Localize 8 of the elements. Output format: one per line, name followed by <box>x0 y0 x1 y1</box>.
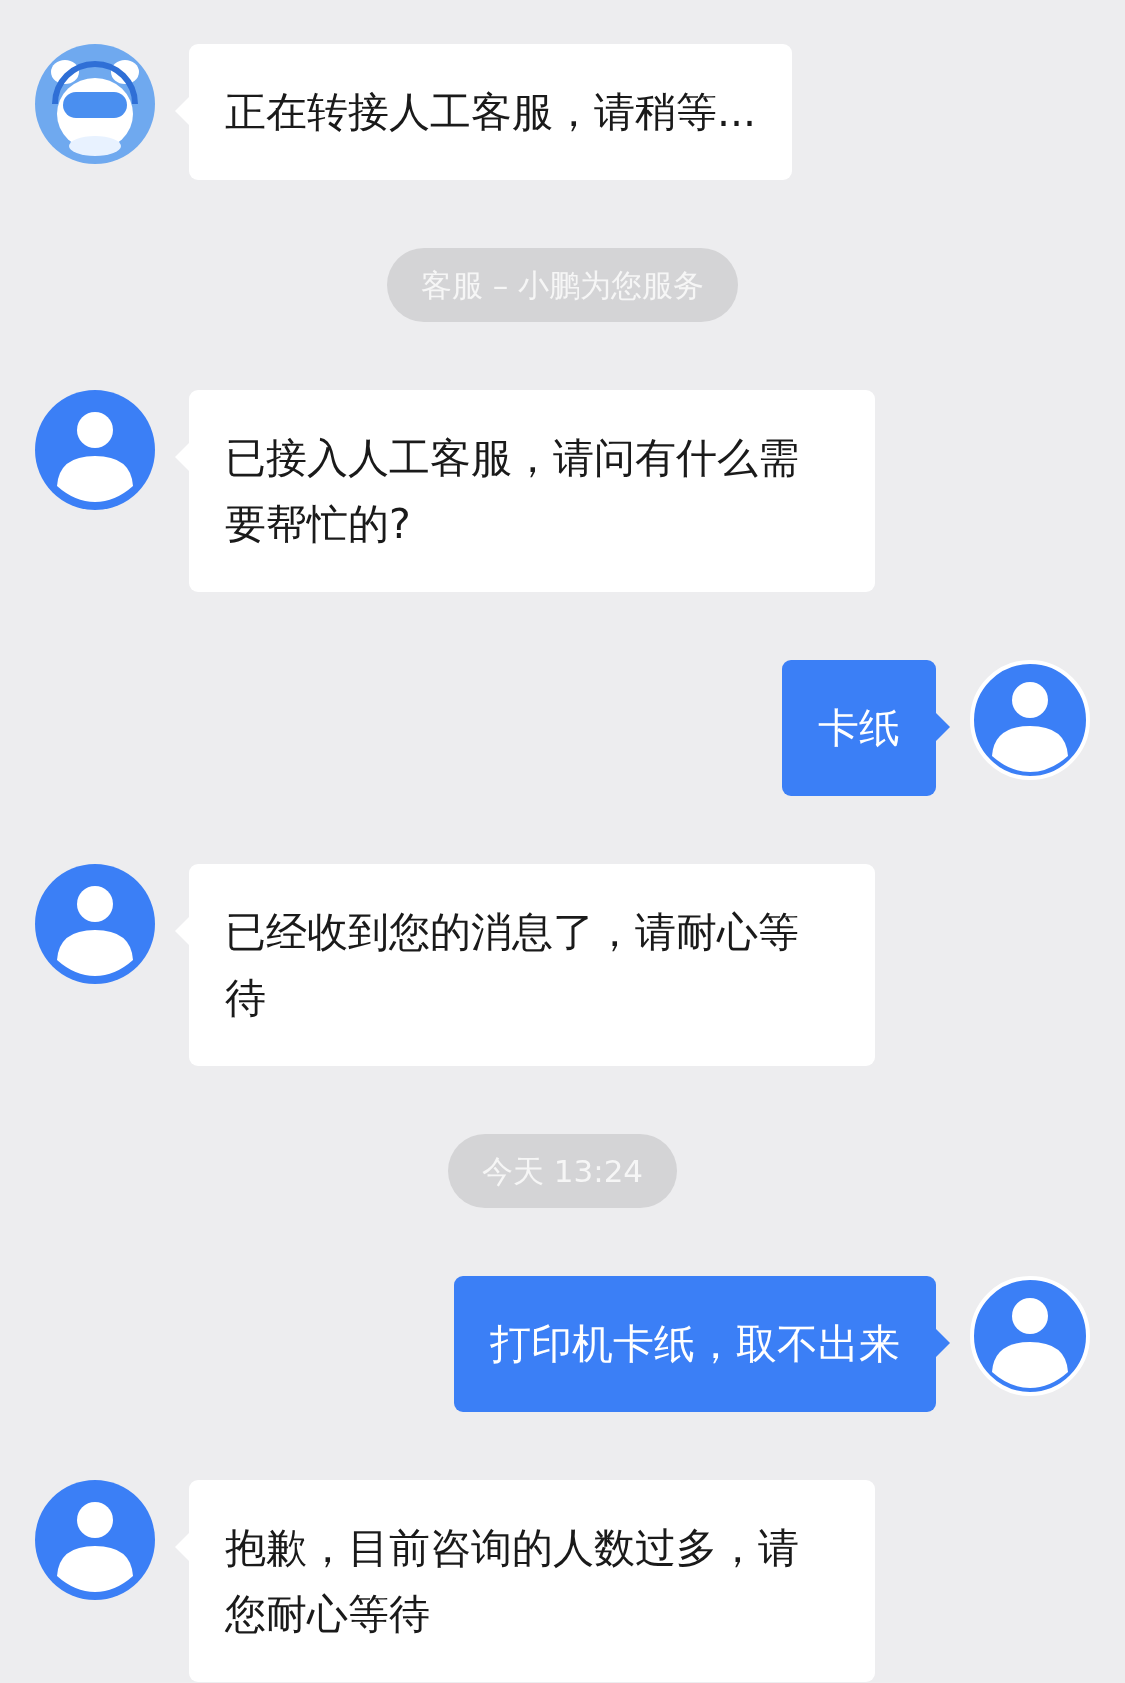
message-bubble: 卡纸 <box>782 660 936 796</box>
bubble-tail-icon <box>936 1329 950 1357</box>
bubble-tail-icon <box>936 713 950 741</box>
message-bubble: 已经收到您的消息了，请耐心等待 <box>189 864 875 1066</box>
message-bubble: 已接入人工客服，请问有什么需要帮忙的? <box>189 390 875 592</box>
message-bubble: 打印机卡纸，取不出来 <box>454 1276 936 1412</box>
message-bubble: 正在转接人工客服，请稍等... <box>189 44 793 180</box>
message-bubble: 抱歉，目前咨询的人数过多，请您耐心等待 <box>189 1480 875 1682</box>
